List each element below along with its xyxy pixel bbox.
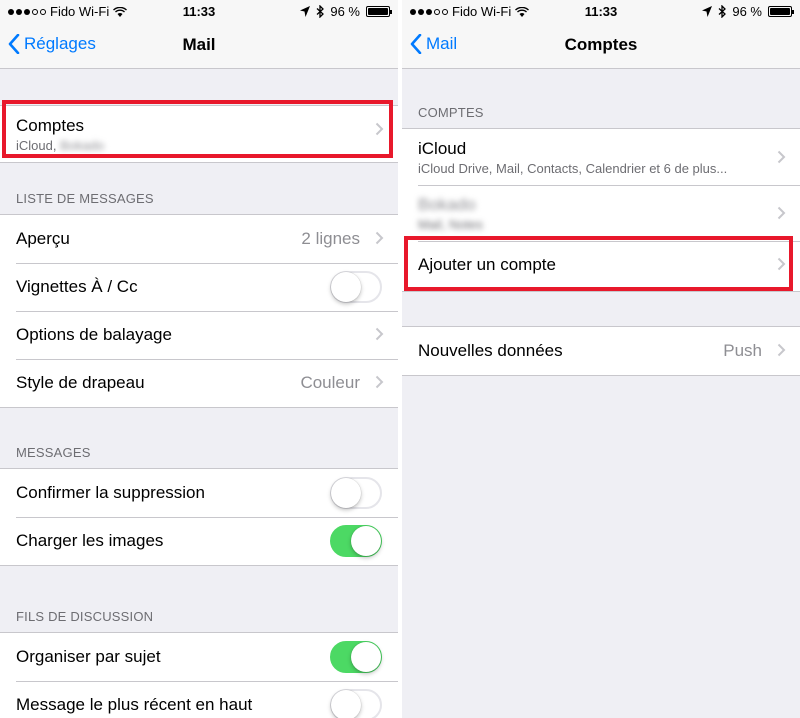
- battery-icon: [366, 6, 392, 17]
- toggle-knob: [351, 526, 381, 556]
- highlight-box: [2, 100, 393, 158]
- chevron-right-icon: [777, 150, 786, 164]
- load-images-label: Charger les images: [16, 531, 164, 550]
- flag-style-label: Style de drapeau: [16, 373, 145, 392]
- chevron-right-icon: [375, 375, 384, 389]
- preview-label: Aperçu: [16, 229, 70, 248]
- other-account-row[interactable]: Bokado Mail, Notes: [402, 185, 800, 242]
- most-recent-on-top-toggle[interactable]: [330, 689, 382, 718]
- navigation-bar: Réglages Mail: [0, 22, 398, 69]
- threads-group: Organiser par sujet Message le plus réce…: [0, 632, 398, 718]
- cc-labels-toggle[interactable]: [330, 271, 382, 303]
- fetch-new-data-label: Nouvelles données: [418, 341, 563, 360]
- chevron-right-icon: [375, 231, 384, 245]
- section-header-accounts: COMPTES: [418, 105, 484, 120]
- message-list-group: Aperçu 2 lignes Vignettes À / Cc Options…: [0, 214, 398, 408]
- navigation-bar: Mail Comptes: [402, 22, 800, 69]
- section-header-message-list: LISTE DE MESSAGES: [16, 191, 154, 206]
- swipe-options-row[interactable]: Options de balayage: [0, 311, 398, 360]
- fetch-group: Nouvelles données Push: [402, 326, 800, 376]
- section-header-threads: FILS DE DISCUSSION: [16, 609, 154, 624]
- chevron-right-icon: [777, 343, 786, 357]
- confirm-delete-row: Confirmer la suppression: [0, 469, 398, 518]
- load-images-row: Charger les images: [0, 517, 398, 565]
- organize-by-thread-toggle[interactable]: [330, 641, 382, 673]
- flag-style-value: Couleur: [300, 373, 360, 392]
- cc-labels-row: Vignettes À / Cc: [0, 263, 398, 312]
- accounts-screen: Fido Wi-Fi 11:33 96 % Mail Comptes COMPT…: [402, 0, 800, 718]
- status-bar: Fido Wi-Fi 11:33 96 %: [402, 0, 800, 22]
- organize-by-thread-label: Organiser par sujet: [16, 647, 161, 666]
- mail-settings-screen: Fido Wi-Fi 11:33 96 % Réglages Mail Comp…: [0, 0, 398, 718]
- fetch-new-data-value: Push: [723, 341, 762, 360]
- icloud-label: iCloud: [418, 139, 467, 158]
- icloud-sublabel: iCloud Drive, Mail, Contacts, Calendrier…: [418, 161, 728, 176]
- organize-by-thread-row: Organiser par sujet: [0, 633, 398, 682]
- preview-row[interactable]: Aperçu 2 lignes: [0, 215, 398, 264]
- swipe-options-label: Options de balayage: [16, 325, 172, 344]
- bluetooth-icon: [316, 5, 325, 18]
- location-arrow-icon: [300, 6, 311, 17]
- battery-icon: [768, 6, 794, 17]
- fetch-new-data-row[interactable]: Nouvelles données Push: [402, 327, 800, 375]
- cc-labels-label: Vignettes À / Cc: [16, 277, 138, 296]
- toggle-knob: [331, 478, 361, 508]
- confirm-delete-label: Confirmer la suppression: [16, 483, 205, 502]
- toggle-knob: [351, 642, 381, 672]
- messages-group: Confirmer la suppression Charger les ima…: [0, 468, 398, 566]
- load-images-toggle[interactable]: [330, 525, 382, 557]
- confirm-delete-toggle[interactable]: [330, 477, 382, 509]
- blurred-account-label: Bokado: [418, 195, 476, 214]
- highlight-box: [404, 236, 793, 291]
- section-header-messages: MESSAGES: [16, 445, 91, 460]
- blurred-account-sublabel: Mail, Notes: [418, 217, 484, 232]
- preview-value: 2 lignes: [301, 229, 360, 248]
- chevron-right-icon: [375, 327, 384, 341]
- icloud-account-row[interactable]: iCloud iCloud Drive, Mail, Contacts, Cal…: [402, 129, 800, 186]
- toggle-knob: [331, 690, 361, 718]
- page-title: Mail: [182, 35, 216, 54]
- most-recent-on-top-row: Message le plus récent en haut: [0, 681, 398, 718]
- flag-style-row[interactable]: Style de drapeau Couleur: [0, 359, 398, 407]
- chevron-right-icon: [777, 206, 786, 220]
- bluetooth-icon: [718, 5, 727, 18]
- toggle-knob: [331, 272, 361, 302]
- battery-percent: 96 %: [732, 4, 762, 19]
- battery-percent: 96 %: [330, 4, 360, 19]
- most-recent-on-top-label: Message le plus récent en haut: [16, 695, 253, 714]
- page-title: Comptes: [564, 35, 638, 54]
- location-arrow-icon: [702, 6, 713, 17]
- status-bar: Fido Wi-Fi 11:33 96 %: [0, 0, 398, 22]
